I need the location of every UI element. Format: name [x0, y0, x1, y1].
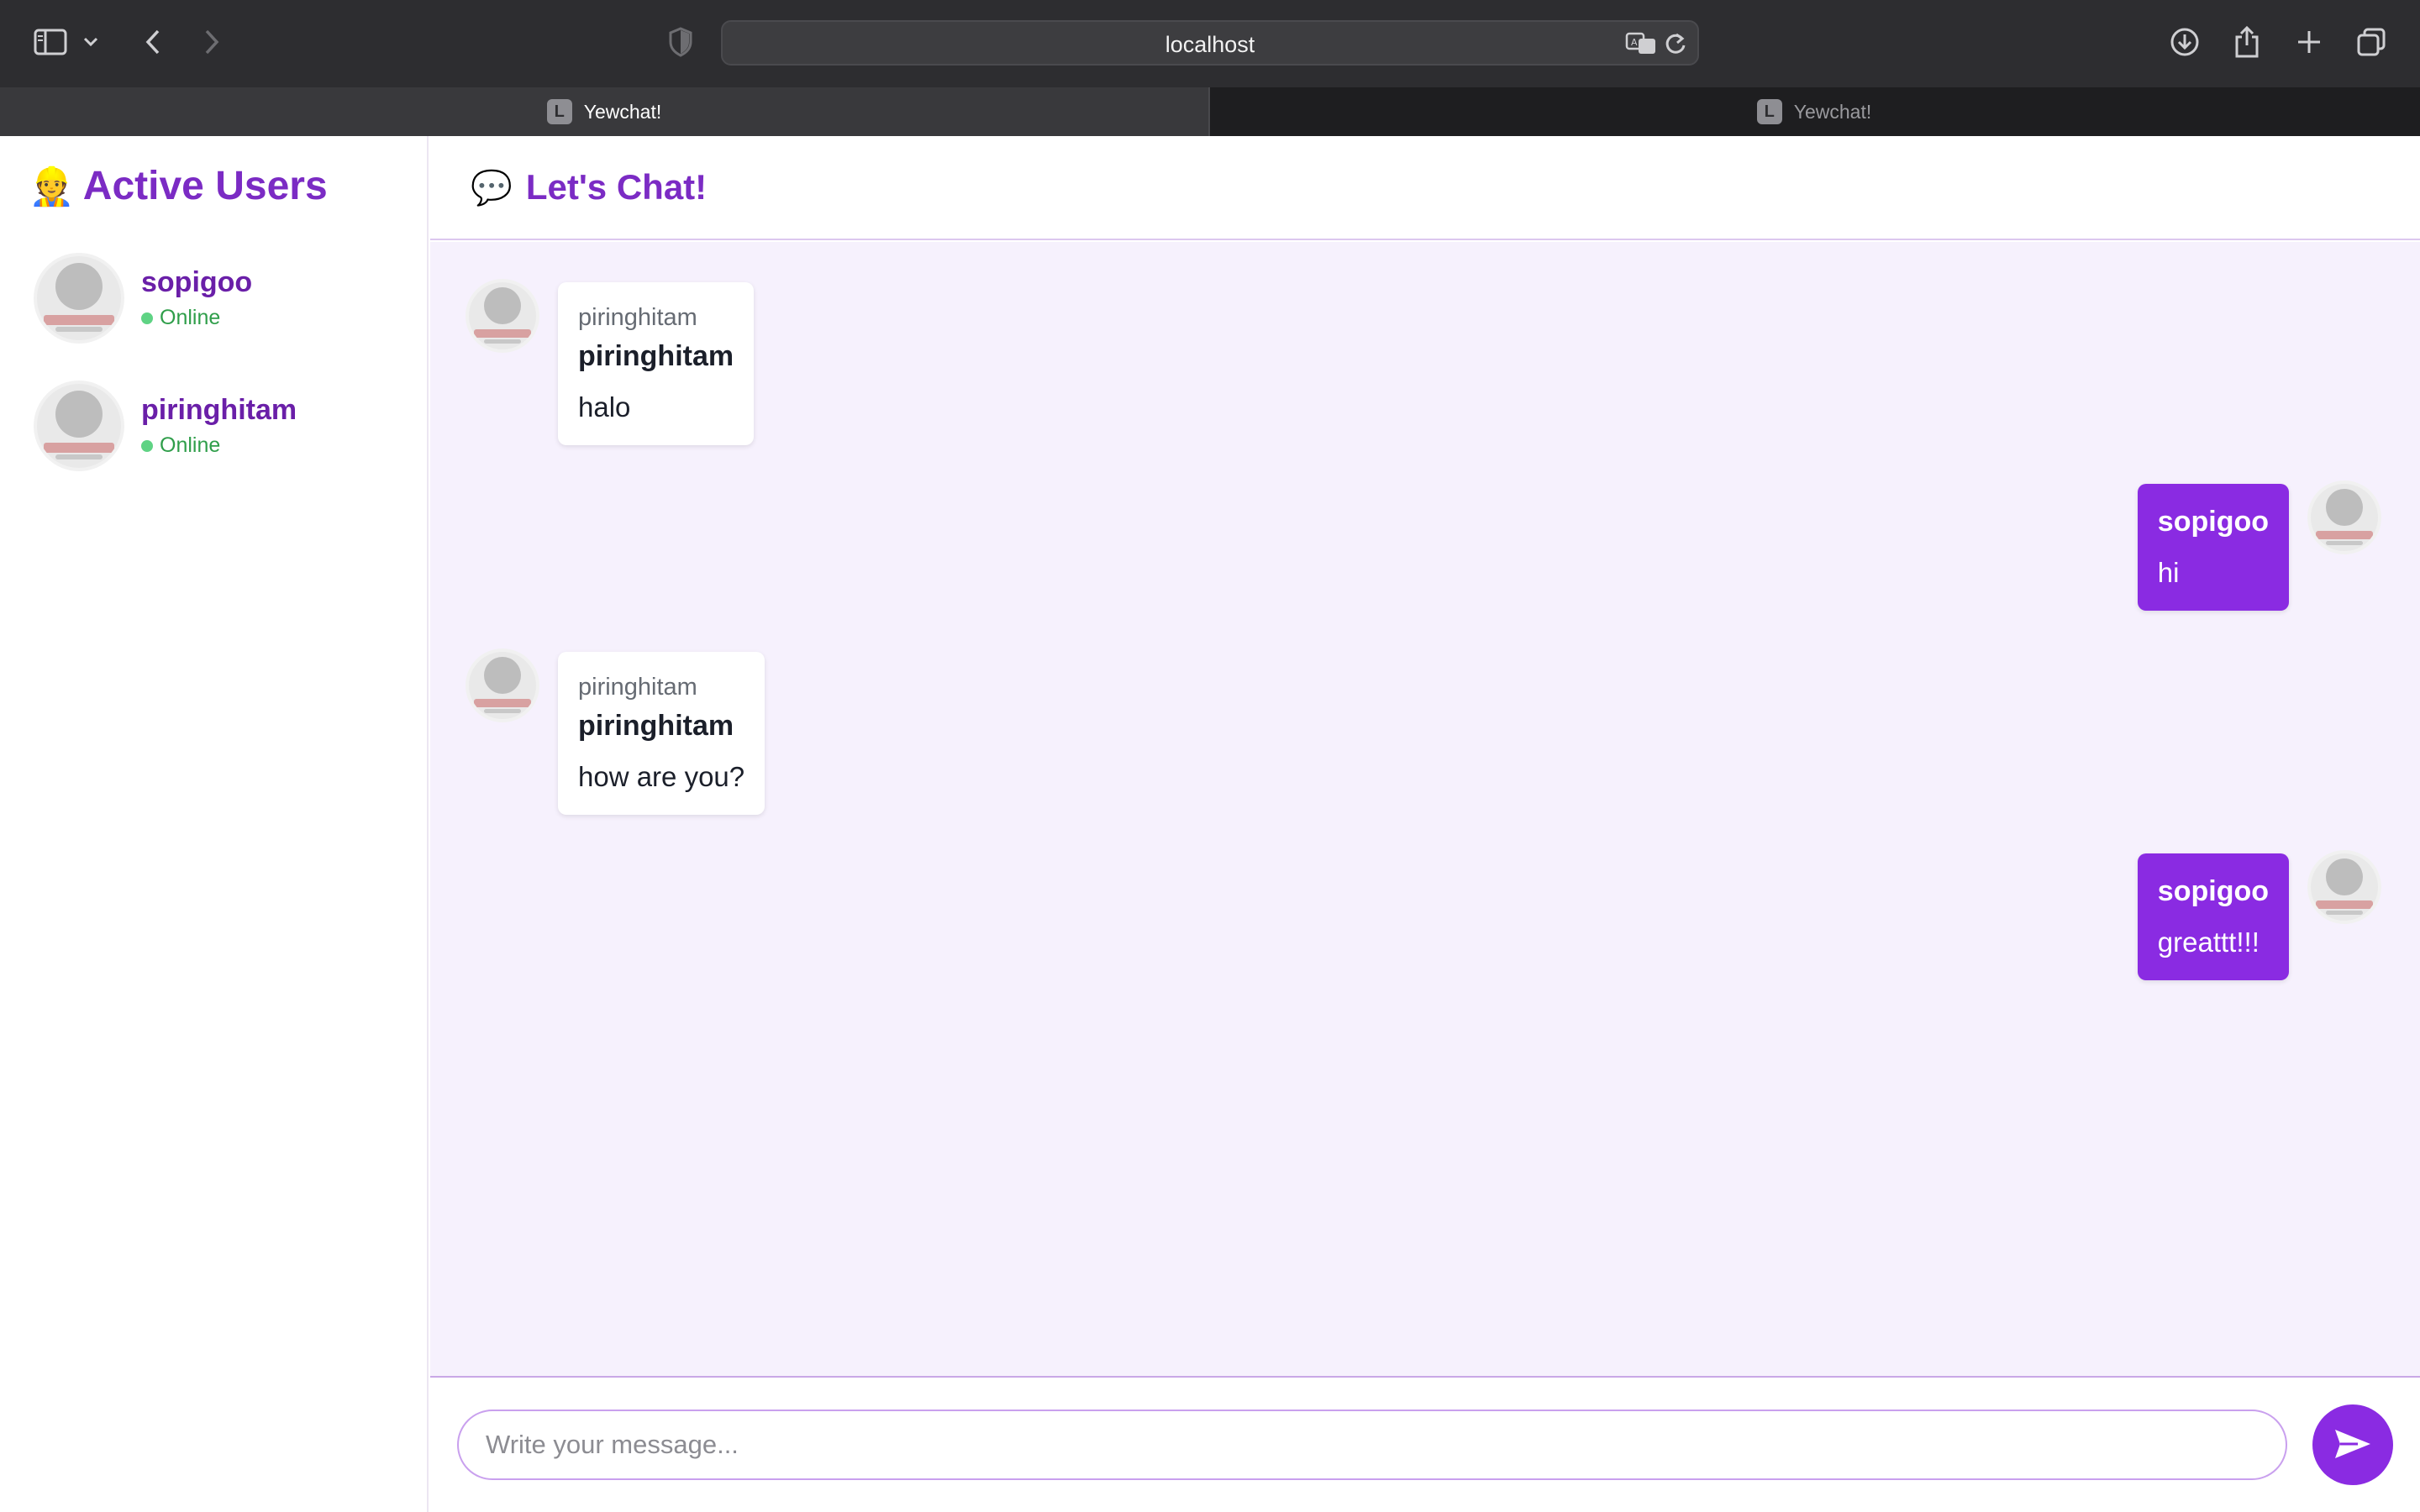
address-bar[interactable]: localhost A — [721, 20, 1699, 66]
browser-toolbar: localhost A — [0, 0, 2420, 87]
user-item-piringhitam[interactable]: piringhitam Online — [37, 380, 407, 472]
url-text: localhost — [1165, 32, 1255, 57]
message-text: greattt!!! — [2157, 927, 2260, 958]
chat-panel: 💬 Let's Chat! piringhitam piringhitam ha… — [430, 136, 2420, 1512]
chat-header: 💬 Let's Chat! — [430, 136, 2420, 240]
construction-workers-icon: 👷 — [29, 165, 75, 207]
message-input[interactable] — [457, 1410, 2287, 1480]
message-sender: sopigoo — [2157, 875, 2269, 907]
user-name: sopigoo — [141, 266, 253, 298]
user-item-sopigoo[interactable]: sopigoo Online — [37, 252, 407, 344]
message-from: piringhitam — [578, 304, 697, 331]
status-label: Online — [160, 306, 221, 329]
reload-icon[interactable] — [1655, 22, 1696, 66]
back-arrow-icon[interactable] — [133, 22, 173, 62]
message-sender: sopigoo — [2157, 506, 2269, 538]
tab-yewchat-inactive[interactable]: L Yewchat! — [1210, 87, 2418, 136]
tab-favicon: L — [546, 99, 572, 124]
avatar — [469, 652, 536, 719]
message-outgoing: sopigoo hi — [2137, 484, 2378, 611]
share-icon[interactable] — [2227, 22, 2267, 62]
avatar — [469, 282, 536, 349]
send-icon — [2333, 1427, 2373, 1463]
message-bubble: sopigoo greattt!!! — [2137, 853, 2289, 980]
message-text: halo — [578, 391, 631, 423]
user-name: piringhitam — [141, 394, 297, 426]
avatar — [37, 384, 121, 468]
tab-bar: L Yewchat! L Yewchat! — [0, 87, 2420, 136]
tab-yewchat-active[interactable]: L Yewchat! — [0, 87, 1208, 136]
new-tab-icon[interactable] — [2289, 22, 2329, 62]
online-dot-icon — [141, 312, 153, 324]
message-bubble: sopigoo hi — [2137, 484, 2289, 611]
sidebar-toggle-icon[interactable] — [30, 22, 71, 62]
message-sender: piringhitam — [578, 340, 734, 372]
status-label: Online — [160, 433, 221, 457]
send-button[interactable] — [2312, 1404, 2393, 1485]
chevron-down-icon[interactable] — [77, 22, 104, 62]
avatar — [2311, 484, 2378, 551]
online-dot-icon — [141, 439, 153, 452]
svg-text:A: A — [1631, 37, 1638, 48]
avatar — [37, 256, 121, 340]
browser-chrome: localhost A L Yewchat! L Yewchat! — [0, 0, 2420, 136]
sidebar-heading: 👷 Active Users — [29, 163, 328, 209]
sidebar-title: Active Users — [82, 164, 328, 208]
active-users-sidebar: 👷 Active Users sopigoo Online piringhita… — [0, 136, 429, 1512]
tab-title: Yewchat! — [583, 100, 662, 123]
tab-overview-icon[interactable] — [2351, 22, 2391, 62]
forward-arrow-icon[interactable] — [192, 22, 232, 62]
message-text: how are you? — [578, 761, 745, 792]
message-bubble: piringhitam piringhitam how are you? — [558, 652, 765, 815]
user-status: Online — [141, 433, 297, 458]
user-status: Online — [141, 306, 252, 330]
download-icon[interactable] — [2165, 22, 2205, 62]
message-bubble: piringhitam piringhitam halo — [558, 282, 755, 445]
message-list: piringhitam piringhitam halo sopigoo hi … — [430, 242, 2420, 1376]
chat-title: Let's Chat! — [525, 167, 708, 207]
privacy-shield-icon[interactable] — [660, 22, 701, 62]
message-from: piringhitam — [578, 674, 697, 701]
message-outgoing: sopigoo greattt!!! — [2137, 853, 2378, 980]
avatar — [2311, 853, 2378, 921]
message-incoming: piringhitam piringhitam how are you? — [469, 652, 765, 815]
tab-favicon: L — [1756, 99, 1782, 124]
message-composer — [430, 1376, 2420, 1512]
message-sender: piringhitam — [578, 710, 734, 742]
message-incoming: piringhitam piringhitam halo — [469, 282, 755, 445]
tab-title: Yewchat! — [1793, 100, 1872, 123]
tab-divider — [1208, 87, 1210, 136]
message-text: hi — [2157, 557, 2180, 588]
speech-bubble-icon: 💬 — [471, 169, 513, 207]
